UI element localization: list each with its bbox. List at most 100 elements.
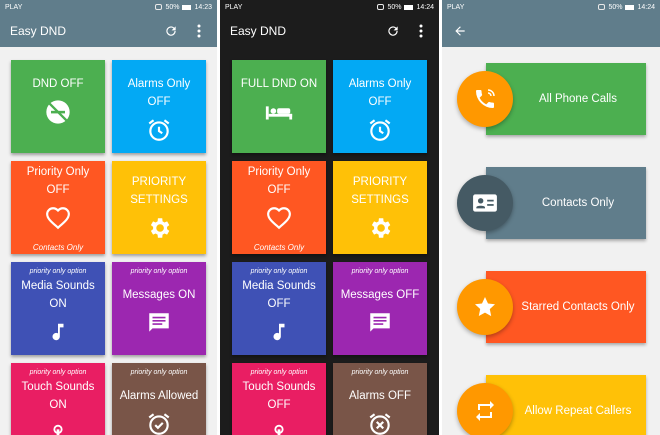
screen-priority-options: PLAY 50% 14:24 All Phone Calls Contacts …: [442, 0, 660, 435]
bed-icon: [264, 97, 294, 127]
tile-media-sounds[interactable]: priority only option Media Sounds ON: [11, 262, 105, 355]
touch-icon: [43, 418, 73, 435]
clock: 14:24: [416, 3, 434, 11]
tile-title: Alarms OFF: [349, 390, 411, 402]
app-title: Easy DND: [10, 23, 67, 38]
tile-title: Messages OFF: [340, 289, 420, 301]
battery-text: 50%: [608, 3, 623, 11]
heart-icon: [264, 203, 294, 233]
tile-subtitle: priority only option: [351, 369, 409, 376]
app-bar: [442, 14, 660, 47]
music-note-icon: [43, 317, 73, 347]
tile-title: PRIORITY: [131, 176, 187, 188]
alarm-icon: [144, 409, 174, 435]
touch-icon: [264, 418, 294, 435]
tile-title: Touch Sounds: [242, 381, 316, 393]
tile-title: Alarms Only: [127, 78, 191, 90]
signal-icon: [377, 4, 385, 10]
screen-light: PLAY 50% 14:23 Easy DND DND OFF Alarms O…: [0, 0, 217, 435]
battery-icon: [404, 4, 414, 10]
status-icons: 50% 14:24: [598, 4, 655, 11]
tile-state: ON: [49, 399, 67, 411]
overflow-menu-icon[interactable]: [413, 23, 429, 39]
tile-state: OFF: [267, 399, 291, 411]
clock: 14:23: [194, 3, 212, 11]
tile-title: Alarms Allowed: [119, 390, 199, 402]
tile-footnote: Contacts Only: [253, 243, 305, 252]
refresh-icon[interactable]: [385, 23, 401, 39]
tile-alarms-only[interactable]: Alarms Only OFF: [333, 60, 427, 153]
battery-icon: [625, 4, 635, 10]
overflow-menu-icon[interactable]: [191, 23, 207, 39]
tile-title: Messages ON: [122, 289, 196, 301]
app-bar: Easy DND: [220, 14, 439, 47]
battery-text: 50%: [165, 3, 180, 11]
tile-touch-sounds[interactable]: priority only option Touch Sounds OFF: [232, 363, 326, 435]
option-label: Contacts Only: [541, 197, 615, 209]
tile-subtitle: priority only option: [351, 268, 409, 275]
signal-icon: [598, 4, 606, 10]
tile-subtitle: priority only option: [29, 268, 87, 275]
option-label: Allow Repeat Callers: [524, 405, 632, 417]
tile-subtitle: priority only option: [250, 369, 308, 376]
phone-call-icon: [457, 71, 513, 127]
tile-title: Media Sounds: [242, 280, 316, 292]
tile-footnote: Contacts Only: [32, 243, 84, 252]
tile-state: OFF: [147, 96, 171, 108]
back-arrow-icon[interactable]: [452, 23, 468, 39]
tile-dnd-toggle[interactable]: DND OFF: [11, 60, 105, 153]
tile-priority-only[interactable]: Priority Only OFF Contacts Only: [232, 161, 326, 254]
gear-icon: [365, 213, 395, 243]
screen-dark: PLAY 50% 14:24 Easy DND FULL DND ON Alar…: [220, 0, 439, 435]
tile-messages[interactable]: priority only option Messages OFF: [333, 262, 427, 355]
alarm-icon: [365, 115, 395, 145]
tile-state: OFF: [46, 184, 70, 196]
battery-text: 50%: [387, 3, 402, 11]
tile-alarms[interactable]: priority only option Alarms OFF: [333, 363, 427, 435]
repeat-icon: [457, 383, 513, 435]
tile-title: Alarms Only: [348, 78, 412, 90]
tile-state: ON: [49, 298, 67, 310]
tile-title: Touch Sounds: [21, 381, 95, 393]
tile-state: OFF: [368, 96, 392, 108]
tile-alarms-only[interactable]: Alarms Only OFF: [112, 60, 206, 153]
tile-priority-settings[interactable]: PRIORITY SETTINGS: [112, 161, 206, 254]
tile-subtitle: priority only option: [130, 369, 188, 376]
tile-title: Priority Only: [247, 166, 311, 178]
tile-dnd-toggle[interactable]: FULL DND ON: [232, 60, 326, 153]
app-bar: Easy DND: [0, 14, 217, 47]
signal-icon: [155, 4, 163, 10]
status-icons: 50% 14:23: [155, 4, 212, 11]
battery-icon: [182, 4, 192, 10]
app-title: Easy DND: [230, 23, 287, 38]
carrier-label: PLAY: [447, 3, 465, 11]
tile-alarms-allowed[interactable]: priority only option Alarms Allowed: [112, 363, 206, 435]
status-bar: PLAY 50% 14:24: [220, 0, 439, 14]
clock: 14:24: [637, 3, 655, 11]
carrier-label: PLAY: [5, 3, 23, 11]
refresh-icon[interactable]: [163, 23, 179, 39]
message-icon: [144, 308, 174, 338]
carrier-label: PLAY: [225, 3, 243, 11]
tile-touch-sounds[interactable]: priority only option Touch Sounds ON: [11, 363, 105, 435]
tile-media-sounds[interactable]: priority only option Media Sounds OFF: [232, 262, 326, 355]
contact-card-icon: [457, 175, 513, 231]
alarm-off-icon: [365, 409, 395, 435]
tile-priority-only[interactable]: Priority Only OFF Contacts Only: [11, 161, 105, 254]
tile-title: Media Sounds: [21, 280, 95, 292]
tile-subtitle: priority only option: [130, 268, 188, 275]
dnd-off-icon: [43, 97, 73, 127]
tile-priority-settings[interactable]: PRIORITY SETTINGS: [333, 161, 427, 254]
tile-title-2: SETTINGS: [130, 194, 188, 206]
message-icon: [365, 308, 395, 338]
heart-icon: [43, 203, 73, 233]
tile-messages[interactable]: priority only option Messages ON: [112, 262, 206, 355]
tile-title-2: SETTINGS: [351, 194, 409, 206]
tile-subtitle: priority only option: [250, 268, 308, 275]
tile-title: Priority Only: [26, 166, 90, 178]
status-bar: PLAY 50% 14:24: [442, 0, 660, 14]
tile-title: FULL DND ON: [240, 78, 318, 90]
tile-state: OFF: [267, 298, 291, 310]
tile-subtitle: priority only option: [29, 369, 87, 376]
status-bar: PLAY 50% 14:23: [0, 0, 217, 14]
